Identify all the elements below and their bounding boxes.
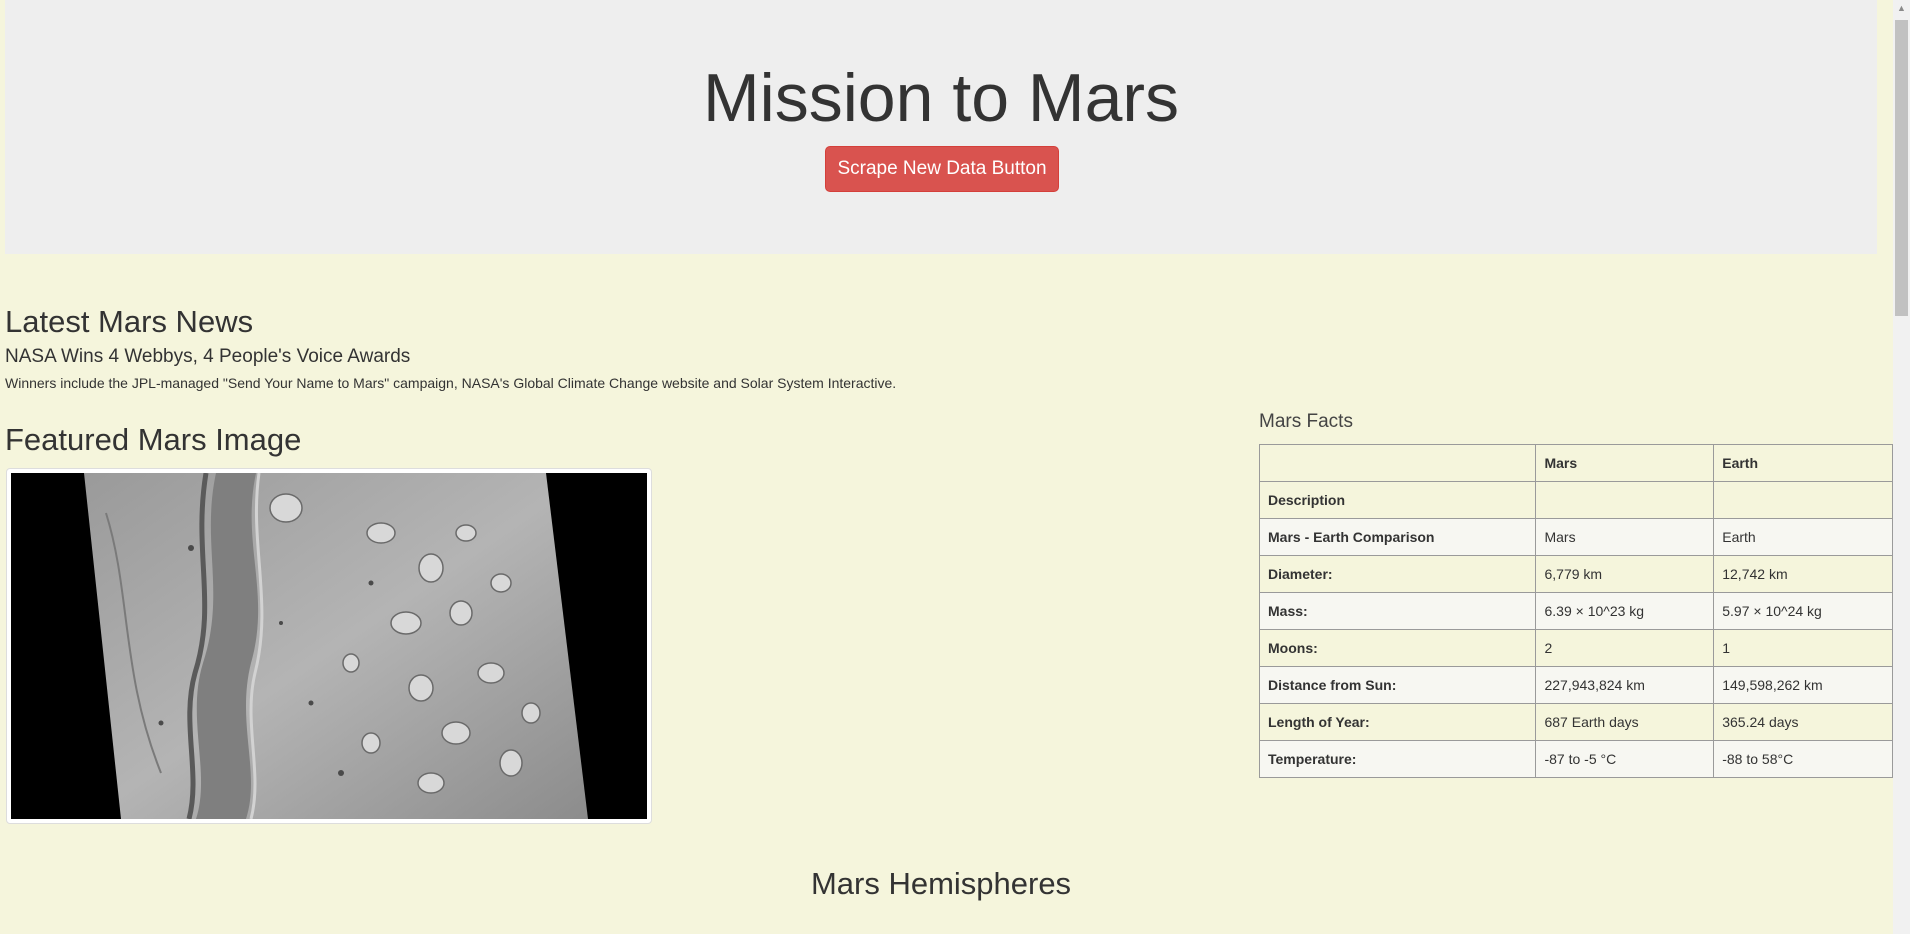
- table-row: Mass: 6.39 × 10^23 kg 5.97 × 10^24 kg: [1258, 592, 1893, 630]
- jumbotron-header: Mission to Mars Scrape New Data Button: [5, 0, 1877, 254]
- row-label: Temperature:: [1258, 740, 1537, 778]
- column-header-mars: Mars: [1535, 444, 1715, 482]
- earth-value: -88 to 58°C: [1713, 740, 1893, 778]
- mars-value: 2: [1535, 629, 1715, 667]
- earth-value: 12,742 km: [1713, 555, 1893, 593]
- table-header-row: Mars Earth: [1258, 444, 1893, 482]
- page: Mission to Mars Scrape New Data Button L…: [0, 0, 1910, 934]
- earth-value: 1: [1713, 629, 1893, 667]
- mars-value: 6,779 km: [1535, 555, 1715, 593]
- earth-value: [1713, 481, 1893, 519]
- mars-value: 687 Earth days: [1535, 703, 1715, 741]
- vertical-scrollbar[interactable]: ▲: [1893, 0, 1910, 934]
- mars-value: -87 to -5 °C: [1535, 740, 1715, 778]
- mars-facts-table: Mars Earth Description Mars - Earth Comp…: [1258, 444, 1893, 778]
- table-row: Description: [1258, 481, 1893, 519]
- row-label: Length of Year:: [1258, 703, 1537, 741]
- mars-value: Mars: [1535, 518, 1715, 556]
- table-row: Temperature: -87 to -5 °C -88 to 58°C: [1258, 740, 1893, 778]
- scrollbar-thumb[interactable]: [1895, 20, 1908, 316]
- featured-image-thumbnail: [6, 468, 652, 824]
- news-teaser: Winners include the JPL-managed "Send Yo…: [5, 375, 897, 391]
- earth-value: 365.24 days: [1713, 703, 1893, 741]
- hemispheres-heading: Mars Hemispheres: [810, 866, 1072, 901]
- mars-value: [1535, 481, 1715, 519]
- earth-value: Earth: [1713, 518, 1893, 556]
- table-row: Mars - Earth Comparison Mars Earth: [1258, 518, 1893, 556]
- earth-value: 5.97 × 10^24 kg: [1713, 592, 1893, 630]
- row-label: Mars - Earth Comparison: [1258, 518, 1537, 556]
- row-label: Moons:: [1258, 629, 1537, 667]
- row-label: Distance from Sun:: [1258, 666, 1537, 704]
- latest-news-heading: Latest Mars News: [5, 304, 254, 339]
- chevron-up-icon[interactable]: ▲: [1893, 0, 1910, 17]
- column-header-blank: [1258, 444, 1537, 482]
- mars-value: 6.39 × 10^23 kg: [1535, 592, 1715, 630]
- table-row: Length of Year: 687 Earth days 365.24 da…: [1258, 703, 1893, 741]
- row-label: Diameter:: [1258, 555, 1537, 593]
- row-label: Description: [1258, 481, 1537, 519]
- news-title: NASA Wins 4 Webbys, 4 People's Voice Awa…: [5, 346, 411, 367]
- mars-value: 227,943,824 km: [1535, 666, 1715, 704]
- page-title: Mission to Mars: [702, 60, 1180, 136]
- table-row: Distance from Sun: 227,943,824 km 149,59…: [1258, 666, 1893, 704]
- featured-mars-image: [11, 473, 647, 819]
- mars-facts-caption: Mars Facts: [1259, 411, 1353, 432]
- row-label: Mass:: [1258, 592, 1537, 630]
- table-row: Diameter: 6,779 km 12,742 km: [1258, 555, 1893, 593]
- earth-value: 149,598,262 km: [1713, 666, 1893, 704]
- table-row: Moons: 2 1: [1258, 629, 1893, 667]
- featured-image-heading: Featured Mars Image: [5, 422, 302, 457]
- scrape-new-data-button[interactable]: Scrape New Data Button: [825, 146, 1059, 192]
- column-header-earth: Earth: [1713, 444, 1893, 482]
